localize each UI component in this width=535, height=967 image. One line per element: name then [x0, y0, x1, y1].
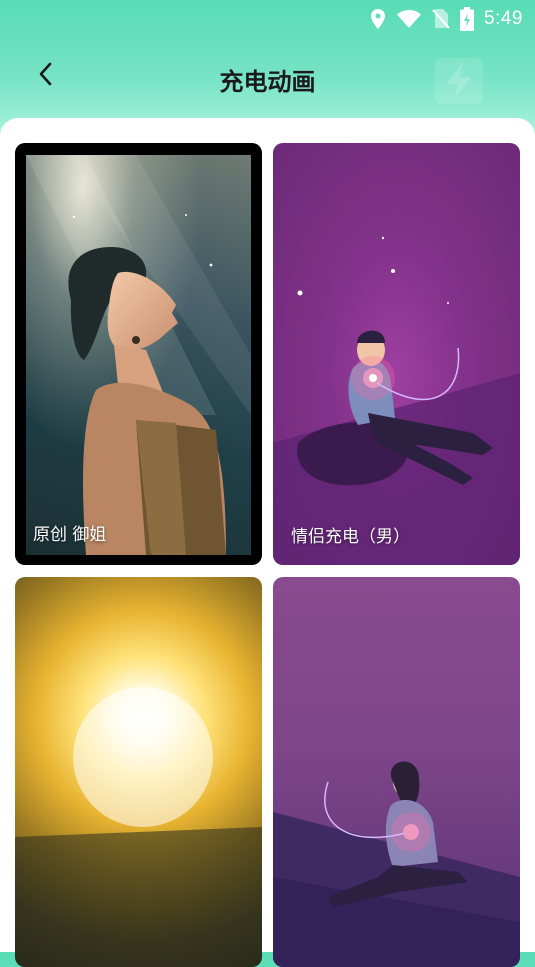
battery-charging-icon: [460, 7, 475, 31]
lightning-bolt-icon: [431, 52, 487, 112]
animation-card-label: 原创 御姐: [33, 525, 107, 545]
wifi-icon: [396, 9, 422, 29]
animation-card-1[interactable]: 原创 御姐: [15, 143, 262, 565]
status-bar: 5:49: [0, 0, 535, 38]
no-sim-icon: [432, 8, 450, 30]
light-burst-illustration: [15, 687, 262, 967]
card-image: [26, 155, 251, 555]
location-icon: [370, 8, 386, 30]
animation-card-2[interactable]: 情侣充电（男）: [273, 143, 520, 565]
man-charging-illustration: [273, 236, 520, 565]
animation-card-4[interactable]: [273, 577, 520, 967]
animation-card-3[interactable]: [15, 577, 262, 967]
animation-card-label: 情侣充电（男）: [291, 527, 410, 547]
status-icons: 5:49: [370, 6, 523, 32]
woman-portrait-illustration: [26, 155, 251, 555]
status-time: 5:49: [484, 8, 523, 29]
woman-charging-illustration: [273, 761, 520, 967]
header: 充电动画: [0, 48, 535, 108]
